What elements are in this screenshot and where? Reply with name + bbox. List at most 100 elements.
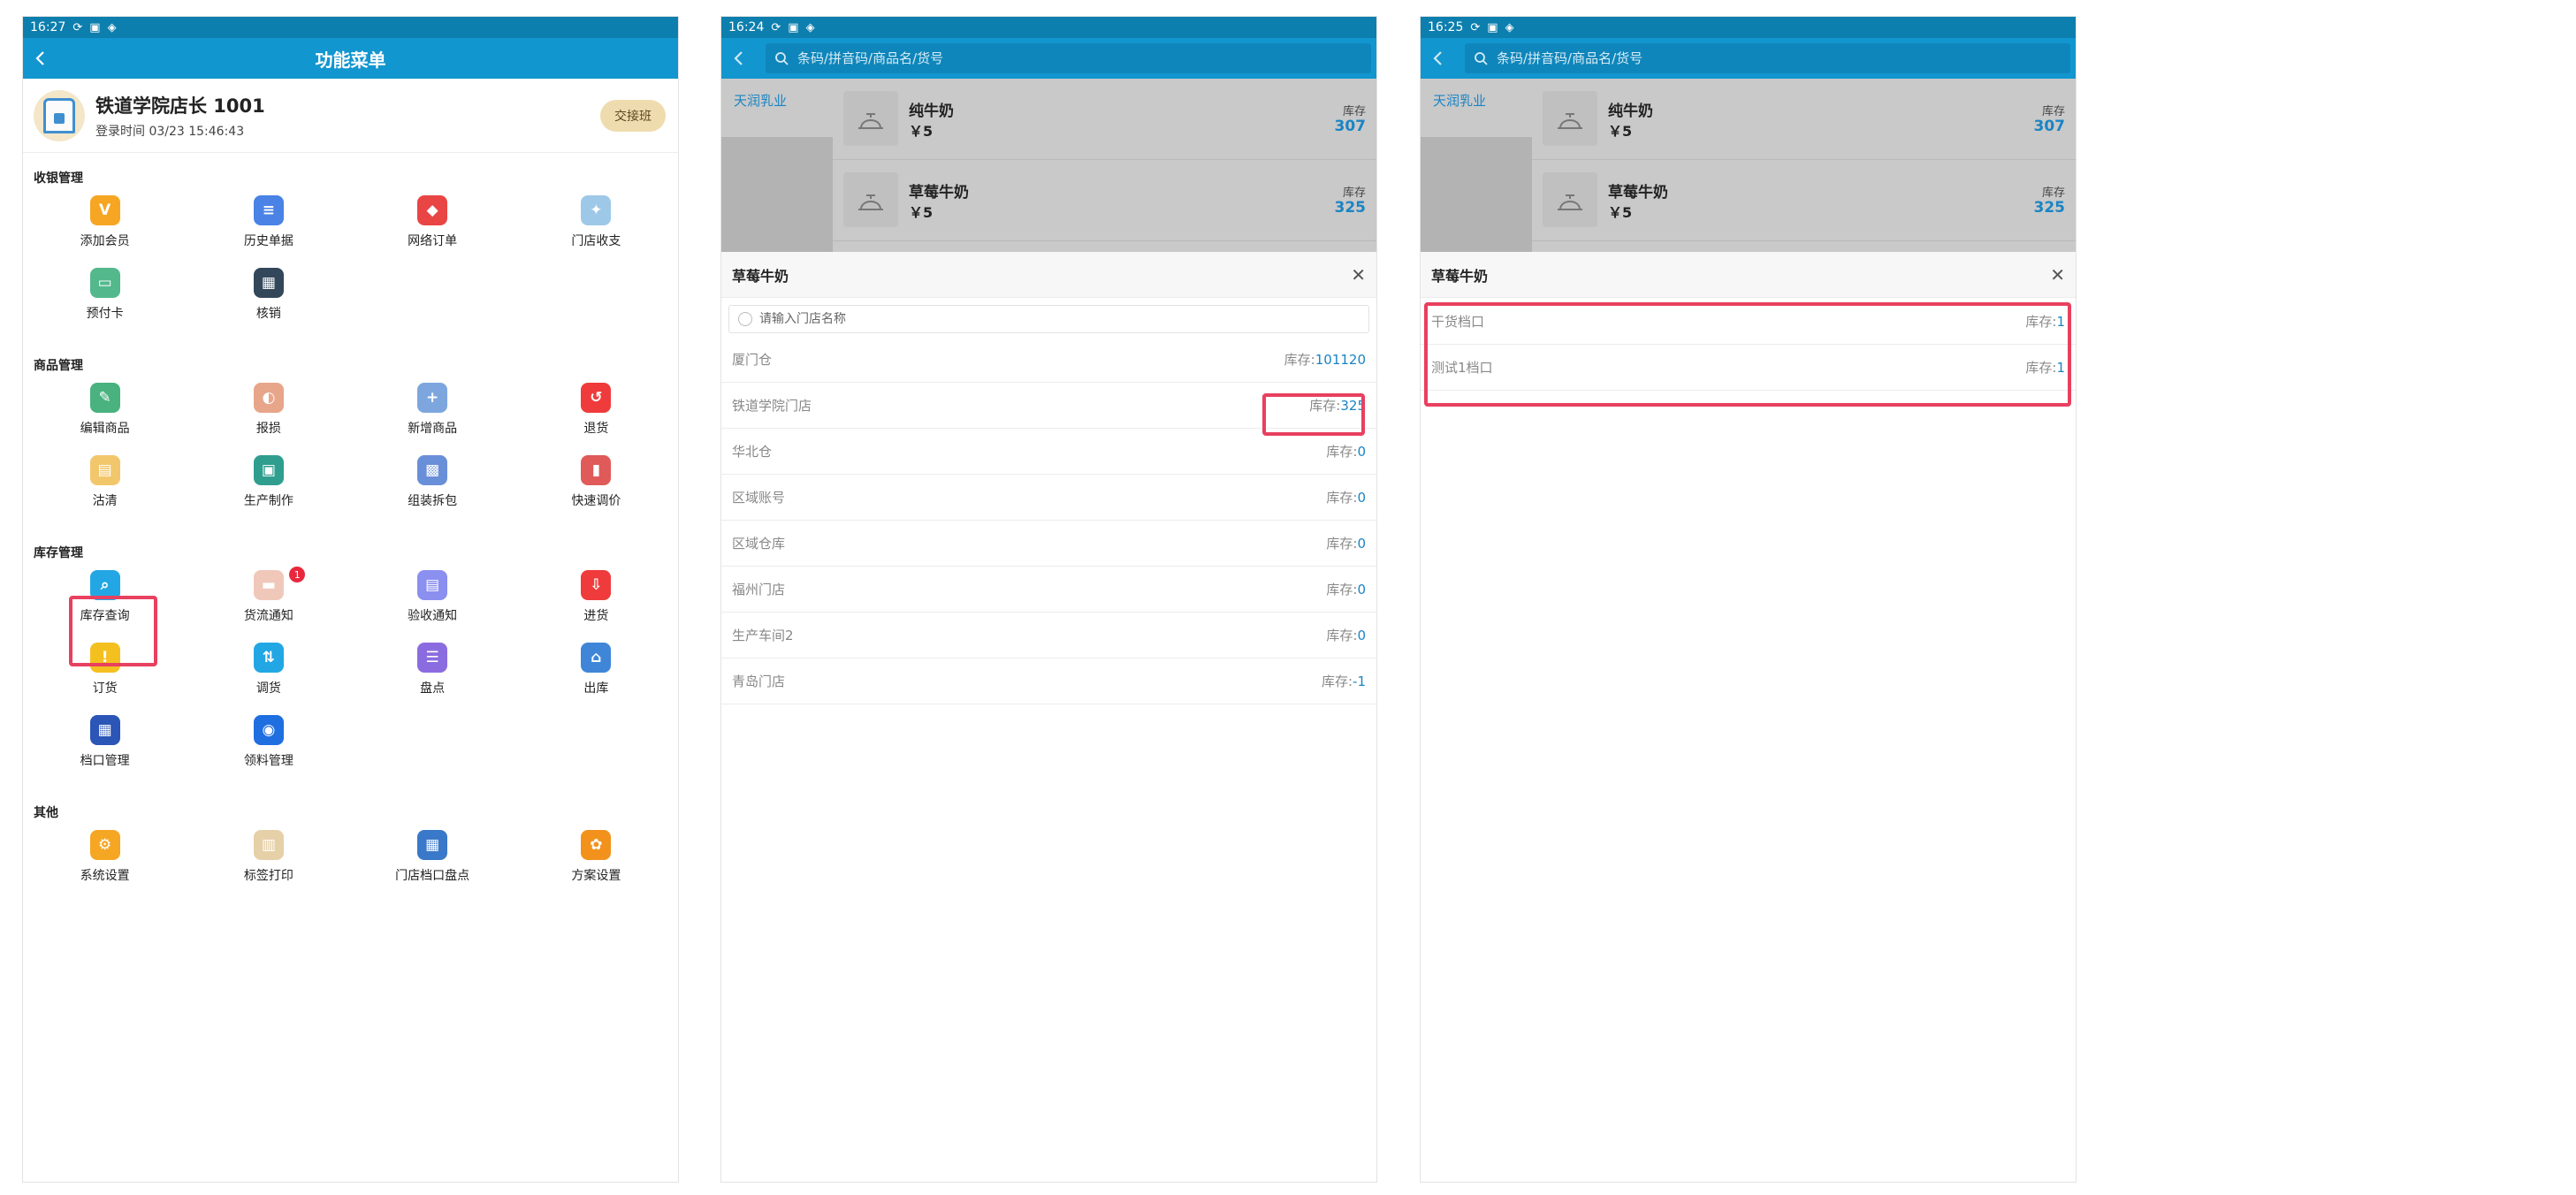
product-item[interactable]: 草莓牛奶 ￥5 库存 325: [833, 160, 1376, 241]
menu-item[interactable]: ⚙ 系统设置: [23, 830, 187, 902]
location-name: 铁道学院门店: [732, 398, 812, 414]
status-time: 16:27: [30, 20, 66, 34]
menu-item[interactable]: ! 订货: [23, 643, 187, 715]
menu-item[interactable]: ☰ 盘点: [351, 643, 514, 715]
menu-item[interactable]: ⇅ 调货: [187, 643, 350, 715]
menu-item[interactable]: ▩ 组装拆包: [351, 455, 514, 528]
outbound-icon: ⌂: [581, 643, 612, 673]
stock-text: 库存:1: [2025, 312, 2065, 331]
menu-item[interactable]: ↺ 退货: [514, 383, 678, 455]
store-search-input[interactable]: [759, 312, 1368, 326]
menu-item[interactable]: ▥ 标签打印: [187, 830, 350, 902]
menu-item-label: 组装拆包: [408, 494, 458, 508]
product-search-input[interactable]: [1497, 50, 2070, 66]
menu-item[interactable]: ✎ 编辑商品: [23, 383, 187, 455]
notification-icon: ▣: [1487, 20, 1498, 34]
stock-label: 库存:: [1309, 398, 1341, 414]
stock-row[interactable]: 厦门仓 库存:101120: [721, 337, 1376, 383]
stock-text: 库存:-1: [1322, 672, 1366, 690]
menu-item-label: 档口管理: [80, 754, 130, 768]
section-title: 收银管理: [34, 171, 83, 186]
stock-value: 325: [2033, 199, 2066, 217]
close-icon[interactable]: ✕: [2050, 264, 2065, 285]
stock-value: 307: [2033, 118, 2066, 135]
store-search-field[interactable]: [728, 305, 1369, 333]
app-bar: [1421, 38, 2076, 79]
close-icon[interactable]: ✕: [1351, 264, 1366, 285]
menu-item[interactable]: ◆ 网络订单: [351, 195, 514, 268]
stock-row[interactable]: 生产车间2 库存:0: [721, 613, 1376, 658]
stall-stocktake-icon: ▦: [417, 830, 448, 860]
search-icon: [1475, 52, 1488, 65]
menu-item[interactable]: ✦ 门店收支: [514, 195, 678, 268]
transfer-icon: ⇅: [253, 643, 284, 673]
product-search-bar[interactable]: [1465, 43, 2070, 73]
stock-label: 库存:: [1326, 444, 1358, 460]
product-price: ￥5: [1608, 123, 1633, 140]
stock-row[interactable]: 福州门店 库存:0: [721, 567, 1376, 613]
menu-item[interactable]: ▦ 档口管理: [23, 715, 187, 788]
back-button[interactable]: [721, 38, 757, 79]
menu-item[interactable]: ▭ 预付卡: [23, 268, 187, 340]
menu-item[interactable]: ◉ 领料管理: [187, 715, 350, 788]
menu-item[interactable]: + 新增商品: [351, 383, 514, 455]
stock-label: 库存:: [1326, 628, 1358, 643]
stock-row[interactable]: 测试1档口 库存:1: [1421, 345, 2076, 391]
stock-row[interactable]: 华北仓 库存:0: [721, 429, 1376, 475]
menu-item[interactable]: ▦ 核销: [187, 268, 350, 340]
stock-row[interactable]: 区域仓库 库存:0: [721, 521, 1376, 567]
product-search-input[interactable]: [797, 50, 1371, 66]
inventory-search-icon: ⌕: [89, 570, 120, 600]
menu-item[interactable]: ⇩ 进货: [514, 570, 678, 643]
menu-item[interactable]: ▤ 沽清: [23, 455, 187, 528]
category-item-active[interactable]: 天润乳业: [1421, 79, 1532, 137]
menu-item[interactable]: ≡ 历史单据: [187, 195, 350, 268]
product-item[interactable]: 纯牛奶 ￥5 库存 307: [833, 79, 1376, 160]
product-image: [1543, 91, 1597, 146]
product-search-bar[interactable]: [766, 43, 1371, 73]
stall-stock-sheet: 草莓牛奶 ✕ 干货档口 库存:1 测试1档口 库存:1: [1421, 252, 2076, 1182]
menu-item[interactable]: V 添加会员: [23, 195, 187, 268]
stock-label: 库存: [1342, 186, 1366, 200]
menu-item[interactable]: ✿ 方案设置: [514, 830, 678, 902]
stock-row[interactable]: 区域账号 库存:0: [721, 475, 1376, 521]
back-button[interactable]: [1421, 38, 1456, 79]
menu-item-label: 快速调价: [571, 494, 621, 508]
menu-item[interactable]: ▤ 验收通知: [351, 570, 514, 643]
material-manage-icon: ◉: [253, 715, 284, 745]
menu-item[interactable]: ▦ 门店档口盘点: [351, 830, 514, 902]
shift-handover-button[interactable]: 交接班: [600, 100, 666, 132]
menu-grid: ⚙ 系统设置 ▥ 标签打印 ▦ 门店档口盘点 ✿ 方案设置: [23, 830, 678, 902]
product-item[interactable]: 草莓牛奶 ￥5 库存 325: [1532, 160, 2076, 241]
stock-row[interactable]: 干货档口 库存:1: [1421, 299, 2076, 345]
menu-item[interactable]: ⌕ 库存查询: [23, 570, 187, 643]
back-button[interactable]: [23, 38, 58, 79]
stock-value: 307: [1334, 118, 1367, 135]
menu-item[interactable]: ▣ 生产制作: [187, 455, 350, 528]
stock-text: 库存:1: [2025, 358, 2065, 377]
receipt-history-icon: ≡: [253, 195, 284, 225]
menu-item[interactable]: ◐ 报损: [187, 383, 350, 455]
stock-row[interactable]: 青岛门店 库存:-1: [721, 658, 1376, 704]
menu-item-label: 退货: [583, 422, 609, 436]
menu-item-label: 标签打印: [243, 869, 293, 883]
menu-item[interactable]: ▬ 货流通知 1: [187, 567, 350, 643]
stock-text: 库存:0: [1326, 580, 1366, 598]
product-placeholder-icon: [858, 113, 883, 129]
product-name: 纯牛奶: [909, 103, 954, 120]
category-item-active[interactable]: 天润乳业: [721, 79, 833, 137]
stock-label: 库存:: [1326, 490, 1358, 506]
stock-row[interactable]: 铁道学院门店 库存:325: [721, 383, 1376, 429]
product-item[interactable]: 纯牛奶 ￥5 库存 307: [1532, 79, 2076, 160]
stock-value: 325: [1340, 398, 1366, 414]
store-icon: [43, 97, 75, 133]
location-name: 生产车间2: [732, 628, 794, 643]
menu-grid: V 添加会员 ≡ 历史单据 ◆ 网络订单 ✦ 门店收支 ▭ 预付卡 ▦ 核销: [23, 195, 678, 340]
menu-item[interactable]: ▮ 快速调价: [514, 455, 678, 528]
status-bar: 16:27 ⟳ ▣ ◈: [23, 17, 678, 38]
product-price: ￥5: [909, 123, 934, 140]
stock-value: 325: [1334, 199, 1367, 217]
acceptance-icon: ▤: [417, 570, 448, 600]
status-bar: 16:24 ⟳ ▣ ◈: [721, 17, 1376, 38]
menu-item[interactable]: ⌂ 出库: [514, 643, 678, 715]
